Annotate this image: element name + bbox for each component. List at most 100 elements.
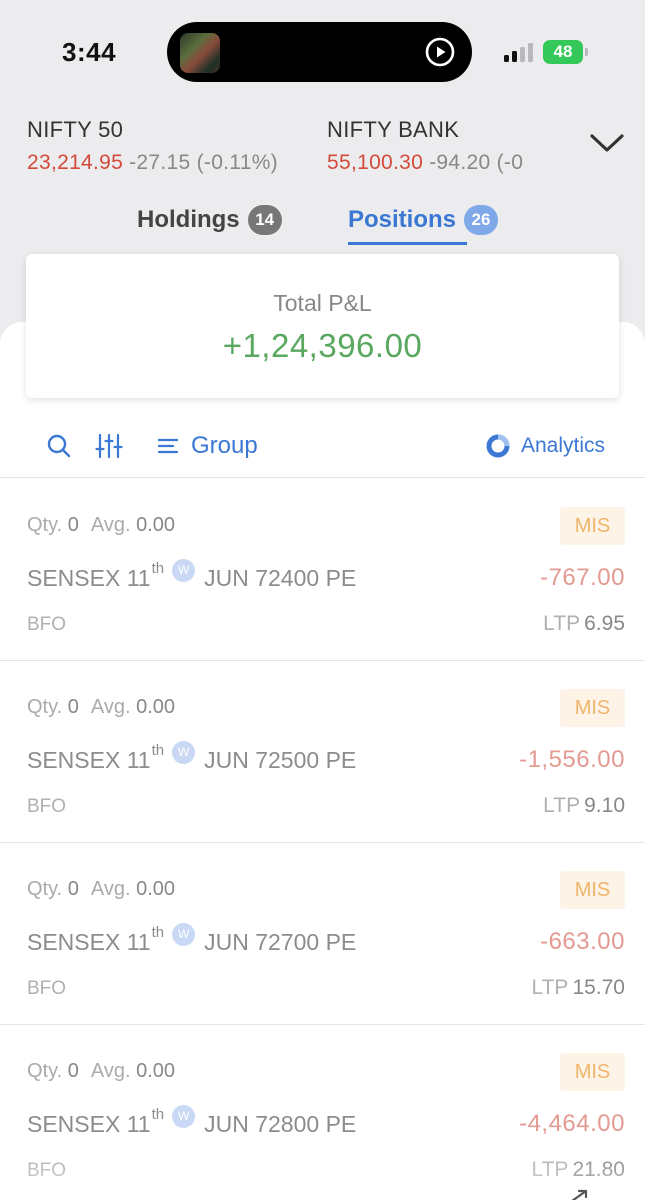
weekly-expiry-badge: W (172, 559, 196, 582)
signal-icon (504, 42, 533, 62)
avg-label: Avg. (90, 514, 131, 536)
qty-avg-line: Qty. 0 Avg. 0.00 (27, 878, 175, 901)
instrument-name: SENSEX 11th W JUN 72800 PE (27, 1105, 357, 1138)
avg-value: 0.00 (136, 878, 176, 900)
tab-count-badge: 26 (464, 205, 499, 235)
qty-avg-line: Qty. 0 Avg. 0.00 (27, 514, 175, 537)
analytics-button[interactable]: Analytics (485, 430, 605, 462)
group-icon (157, 438, 179, 454)
instrument-symbol: SENSEX 11 (27, 1111, 151, 1137)
qty-label: Qty. (27, 514, 63, 536)
ltp-value: 15.70 (572, 976, 625, 999)
instrument-contract: JUN 72700 PE (204, 929, 357, 955)
position-pnl: -767.00 (540, 564, 625, 591)
tab-positions[interactable]: Positions 26 (348, 198, 499, 242)
weekly-expiry-badge: W (172, 1105, 196, 1128)
qty-value: 0 (67, 696, 79, 718)
index-change: -94.20 (-0 (429, 151, 524, 174)
tab-label: Positions (348, 206, 457, 233)
qty-value: 0 (67, 878, 79, 900)
ltp-value: 21.80 (572, 1158, 625, 1181)
avg-label: Avg. (90, 878, 131, 900)
battery-nub (585, 48, 588, 56)
status-time: 3:44 (62, 37, 117, 67)
qty-value: 0 (67, 1060, 79, 1082)
index-name: NIFTY 50 (27, 117, 124, 142)
qty-value: 0 (67, 514, 79, 536)
exchange-label: BFO (27, 978, 67, 999)
dynamic-island[interactable] (167, 22, 472, 82)
qty-avg-line: Qty. 0 Avg. 0.00 (27, 1060, 175, 1083)
ltp-label: LTP (543, 794, 581, 817)
tab-holdings[interactable]: Holdings 14 (137, 198, 282, 242)
ltp-line: LTP 6.95 (543, 612, 625, 636)
product-type-badge: MIS (560, 689, 625, 727)
qty-label: Qty. (27, 878, 63, 900)
app-screen: 3:44 48 NIFTY 50 23,214.95 -27.15 (-0.11%… (0, 0, 645, 1200)
total-pnl-card: Total P&L +1,24,396.00 (26, 254, 619, 398)
position-pnl: -663.00 (540, 928, 625, 955)
index-change: -27.15 (-0.11%) (129, 151, 278, 174)
position-row[interactable]: Qty. 0 Avg. 0.00 MIS SENSEX 11th W JUN 7270… (0, 843, 645, 1025)
index-ticker-nifty-bank[interactable]: NIFTY BANK 55,100.30 -94.20 (-0 (327, 117, 552, 175)
product-type-badge: MIS (560, 1053, 625, 1091)
ltp-label: LTP (531, 1158, 569, 1181)
positions-toolbar: Group Analytics (0, 420, 645, 478)
expiry-ordinal: th (151, 742, 165, 759)
index-ticker-nifty-50[interactable]: NIFTY 50 23,214.95 -27.15 (-0.11%) (27, 117, 278, 175)
instrument-symbol: SENSEX 11 (27, 565, 151, 591)
ltp-value: 6.95 (584, 612, 625, 635)
index-price: 55,100.30 (327, 151, 424, 174)
ltp-line: LTP 15.70 (531, 976, 625, 1000)
position-row[interactable]: Qty. 0 Avg. 0.00 MIS SENSEX 11th W JUN 7240… (0, 479, 645, 661)
ltp-line: LTP 21.80 (531, 1158, 625, 1182)
group-label: Group (191, 432, 258, 459)
expand-icon[interactable] (560, 1188, 600, 1200)
qty-label: Qty. (27, 1060, 63, 1082)
index-values: 55,100.30 -94.20 (-0 (327, 151, 552, 175)
ltp-line: LTP 9.10 (543, 794, 625, 818)
positions-list: Qty. 0 Avg. 0.00 MIS SENSEX 11th W JUN 7240… (0, 479, 645, 1200)
expiry-ordinal: th (151, 560, 165, 577)
qty-label: Qty. (27, 696, 63, 718)
chevron-down-icon[interactable] (588, 130, 626, 156)
exchange-label: BFO (27, 796, 67, 817)
instrument-symbol: SENSEX 11 (27, 747, 151, 773)
ltp-value: 9.10 (584, 794, 625, 817)
play-icon[interactable] (424, 36, 456, 68)
avg-label: Avg. (90, 696, 131, 718)
total-pnl-label: Total P&L (273, 290, 372, 316)
product-type-badge: MIS (560, 871, 625, 909)
group-button[interactable]: Group (157, 430, 258, 462)
expiry-ordinal: th (151, 924, 165, 941)
exchange-label: BFO (27, 614, 67, 635)
battery-icon: 48 (543, 40, 583, 64)
weekly-expiry-badge: W (172, 923, 196, 946)
instrument-name: SENSEX 11th W JUN 72500 PE (27, 741, 357, 774)
position-pnl: -1,556.00 (519, 746, 625, 773)
analytics-label: Analytics (521, 434, 606, 457)
search-icon[interactable] (45, 432, 73, 460)
ltp-label: LTP (543, 612, 581, 635)
instrument-contract: JUN 72400 PE (204, 565, 357, 591)
avg-value: 0.00 (136, 514, 176, 536)
position-row[interactable]: Qty. 0 Avg. 0.00 MIS SENSEX 11th W JUN 7280… (0, 1025, 645, 1200)
analytics-icon (486, 434, 510, 458)
filter-icon[interactable] (95, 432, 123, 460)
exchange-label: BFO (27, 1160, 67, 1181)
media-thumbnail (180, 33, 220, 73)
position-pnl: -4,464.00 (519, 1110, 625, 1137)
instrument-name: SENSEX 11th W JUN 72700 PE (27, 923, 357, 956)
avg-label: Avg. (90, 1060, 131, 1082)
avg-value: 0.00 (136, 1060, 176, 1082)
ltp-label: LTP (531, 976, 569, 999)
index-values: 23,214.95 -27.15 (-0.11%) (27, 151, 278, 175)
instrument-contract: JUN 72500 PE (204, 747, 357, 773)
index-price: 23,214.95 (27, 151, 124, 174)
position-row[interactable]: Qty. 0 Avg. 0.00 MIS SENSEX 11th W JUN 7250… (0, 661, 645, 843)
expiry-ordinal: th (151, 1106, 165, 1123)
product-type-badge: MIS (560, 507, 625, 545)
tab-label: Holdings (137, 206, 240, 233)
index-name: NIFTY BANK (327, 117, 460, 142)
instrument-contract: JUN 72800 PE (204, 1111, 357, 1137)
